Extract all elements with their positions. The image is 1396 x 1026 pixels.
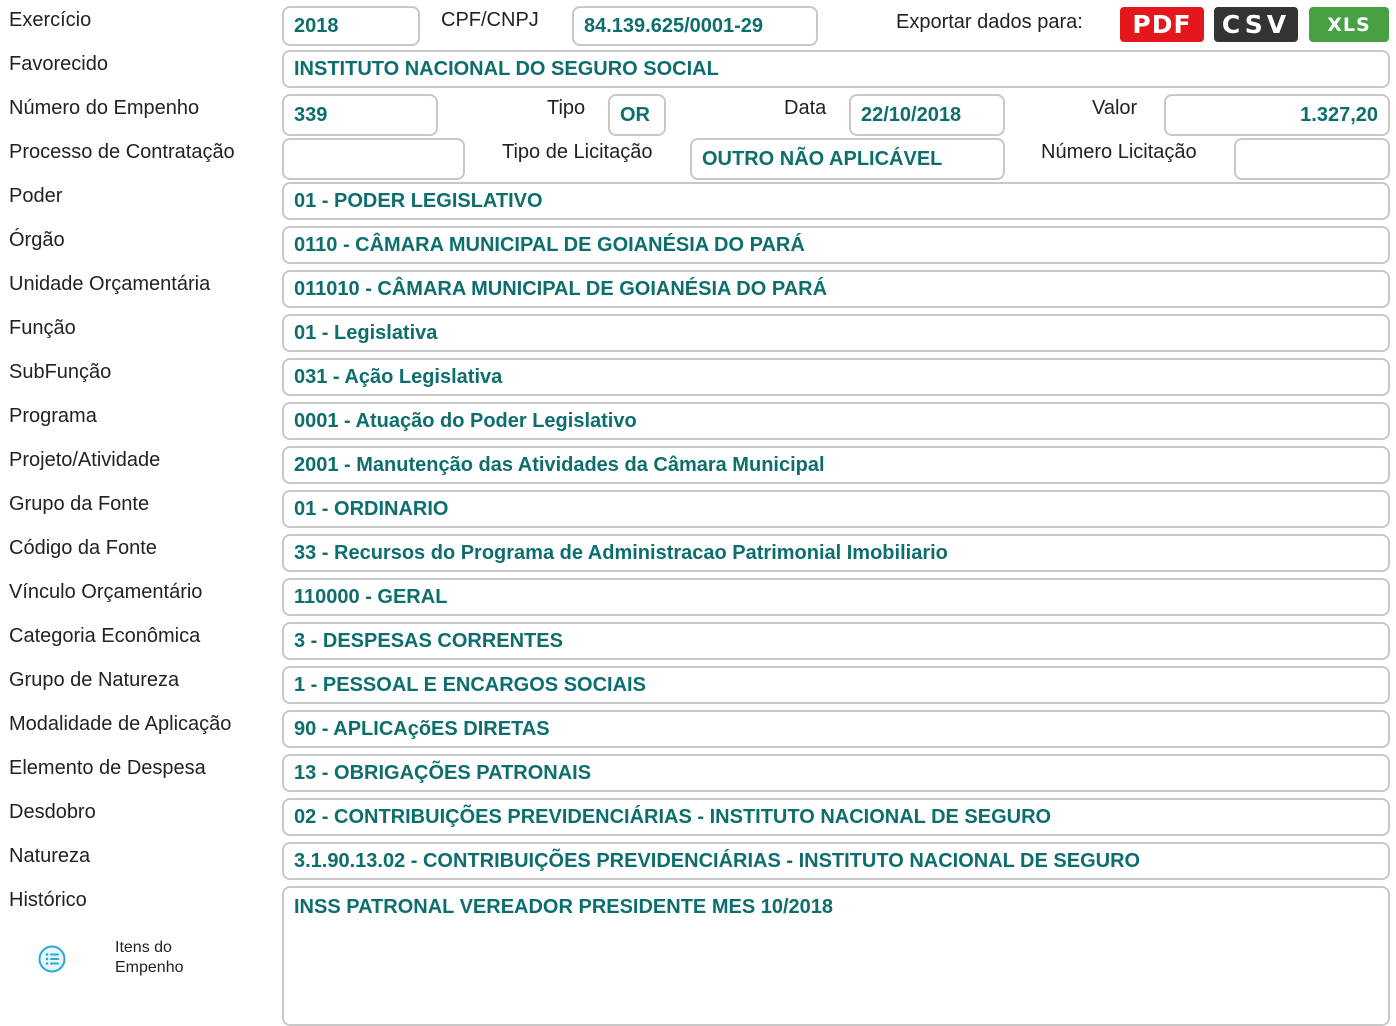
funcao-label: Função [9, 317, 76, 339]
tipo-label: Tipo [547, 97, 586, 119]
unidade-orcamentaria-field[interactable]: 011010 - CÂMARA MUNICIPAL DE GOIANÉSIA D… [282, 270, 1390, 308]
itens-label-line1: Itens do [115, 939, 172, 956]
favorecido-field[interactable]: INSTITUTO NACIONAL DO SEGURO SOCIAL [282, 50, 1390, 88]
historico-field[interactable]: INSS PATRONAL VEREADOR PRESIDENTE MES 10… [282, 886, 1390, 1026]
poder-label: Poder [9, 185, 63, 207]
data-label: Data [784, 97, 827, 119]
codigo-fonte-label: Código da Fonte [9, 537, 157, 559]
grupo-fonte-field[interactable]: 01 - ORDINARIO [282, 490, 1390, 528]
processo-label: Processo de Contratação [9, 141, 235, 163]
subfuncao-label: SubFunção [9, 361, 112, 383]
projeto-atividade-label: Projeto/Atividade [9, 449, 161, 471]
modalidade-aplicacao-field[interactable]: 90 - APLICAçõES DIRETAS [282, 710, 1390, 748]
cpf-field[interactable]: 84.139.625/0001-29 [572, 6, 818, 46]
categoria-economica-field[interactable]: 3 - DESPESAS CORRENTES [282, 622, 1390, 660]
itens-label-line2: Empenho [115, 959, 184, 976]
grupo-natureza-label: Grupo de Natureza [9, 669, 180, 691]
list-icon[interactable] [38, 945, 66, 973]
elemento-despesa-label: Elemento de Despesa [9, 757, 206, 779]
modalidade-aplicacao-label: Modalidade de Aplicação [9, 713, 232, 735]
subfuncao-field[interactable]: 031 - Ação Legislativa [282, 358, 1390, 396]
processo-field[interactable] [282, 138, 465, 180]
export-xls-button[interactable]: XLS [1309, 7, 1389, 42]
exercicio-label: Exercício [9, 9, 92, 31]
exercicio-field[interactable]: 2018 [282, 6, 420, 46]
programa-label: Programa [9, 405, 97, 427]
tipo-licitacao-field[interactable]: OUTRO NÃO APLICÁVEL [690, 138, 1005, 180]
vinculo-orcamentario-label: Vínculo Orçamentário [9, 581, 203, 603]
poder-field[interactable]: 01 - PODER LEGISLATIVO [282, 182, 1390, 220]
itens-empenho-label[interactable]: Itens do Empenho [115, 938, 184, 978]
favorecido-label: Favorecido [9, 53, 108, 75]
natureza-field[interactable]: 3.1.90.13.02 - CONTRIBUIÇÕES PREVIDENCIÁ… [282, 842, 1390, 880]
orgao-field[interactable]: 0110 - CÂMARA MUNICIPAL DE GOIANÉSIA DO … [282, 226, 1390, 264]
tipo-field[interactable]: OR [608, 94, 666, 136]
empenho-label: Número do Empenho [9, 97, 200, 119]
funcao-field[interactable]: 01 - Legislativa [282, 314, 1390, 352]
export-pdf-button[interactable]: PDF [1120, 7, 1204, 42]
valor-field[interactable]: 1.327,20 [1164, 94, 1390, 136]
historico-label: Histórico [9, 889, 87, 911]
vinculo-orcamentario-field[interactable]: 110000 - GERAL [282, 578, 1390, 616]
unidade-orcamentaria-label: Unidade Orçamentária [9, 273, 211, 295]
valor-label: Valor [1092, 97, 1138, 119]
orgao-label: Órgão [9, 229, 65, 251]
programa-field[interactable]: 0001 - Atuação do Poder Legislativo [282, 402, 1390, 440]
elemento-despesa-field[interactable]: 13 - OBRIGAÇÕES PATRONAIS [282, 754, 1390, 792]
numero-licitacao-label: Número Licitação [1041, 141, 1197, 163]
empenho-field[interactable]: 339 [282, 94, 438, 136]
export-label: Exportar dados para: [896, 11, 1083, 33]
natureza-label: Natureza [9, 845, 91, 867]
cpf-label: CPF/CNPJ [441, 9, 539, 31]
desdobro-field[interactable]: 02 - CONTRIBUIÇÕES PREVIDENCIÁRIAS - INS… [282, 798, 1390, 836]
data-field[interactable]: 22/10/2018 [849, 94, 1005, 136]
codigo-fonte-field[interactable]: 33 - Recursos do Programa de Administrac… [282, 534, 1390, 572]
grupo-natureza-field[interactable]: 1 - PESSOAL E ENCARGOS SOCIAIS [282, 666, 1390, 704]
projeto-atividade-field[interactable]: 2001 - Manutenção das Atividades da Câma… [282, 446, 1390, 484]
export-csv-button[interactable]: CSV [1214, 7, 1298, 42]
numero-licitacao-field[interactable] [1234, 138, 1390, 180]
tipo-licitacao-label: Tipo de Licitação [502, 141, 653, 163]
categoria-economica-label: Categoria Econômica [9, 625, 201, 647]
desdobro-label: Desdobro [9, 801, 96, 823]
grupo-fonte-label: Grupo da Fonte [9, 493, 150, 515]
